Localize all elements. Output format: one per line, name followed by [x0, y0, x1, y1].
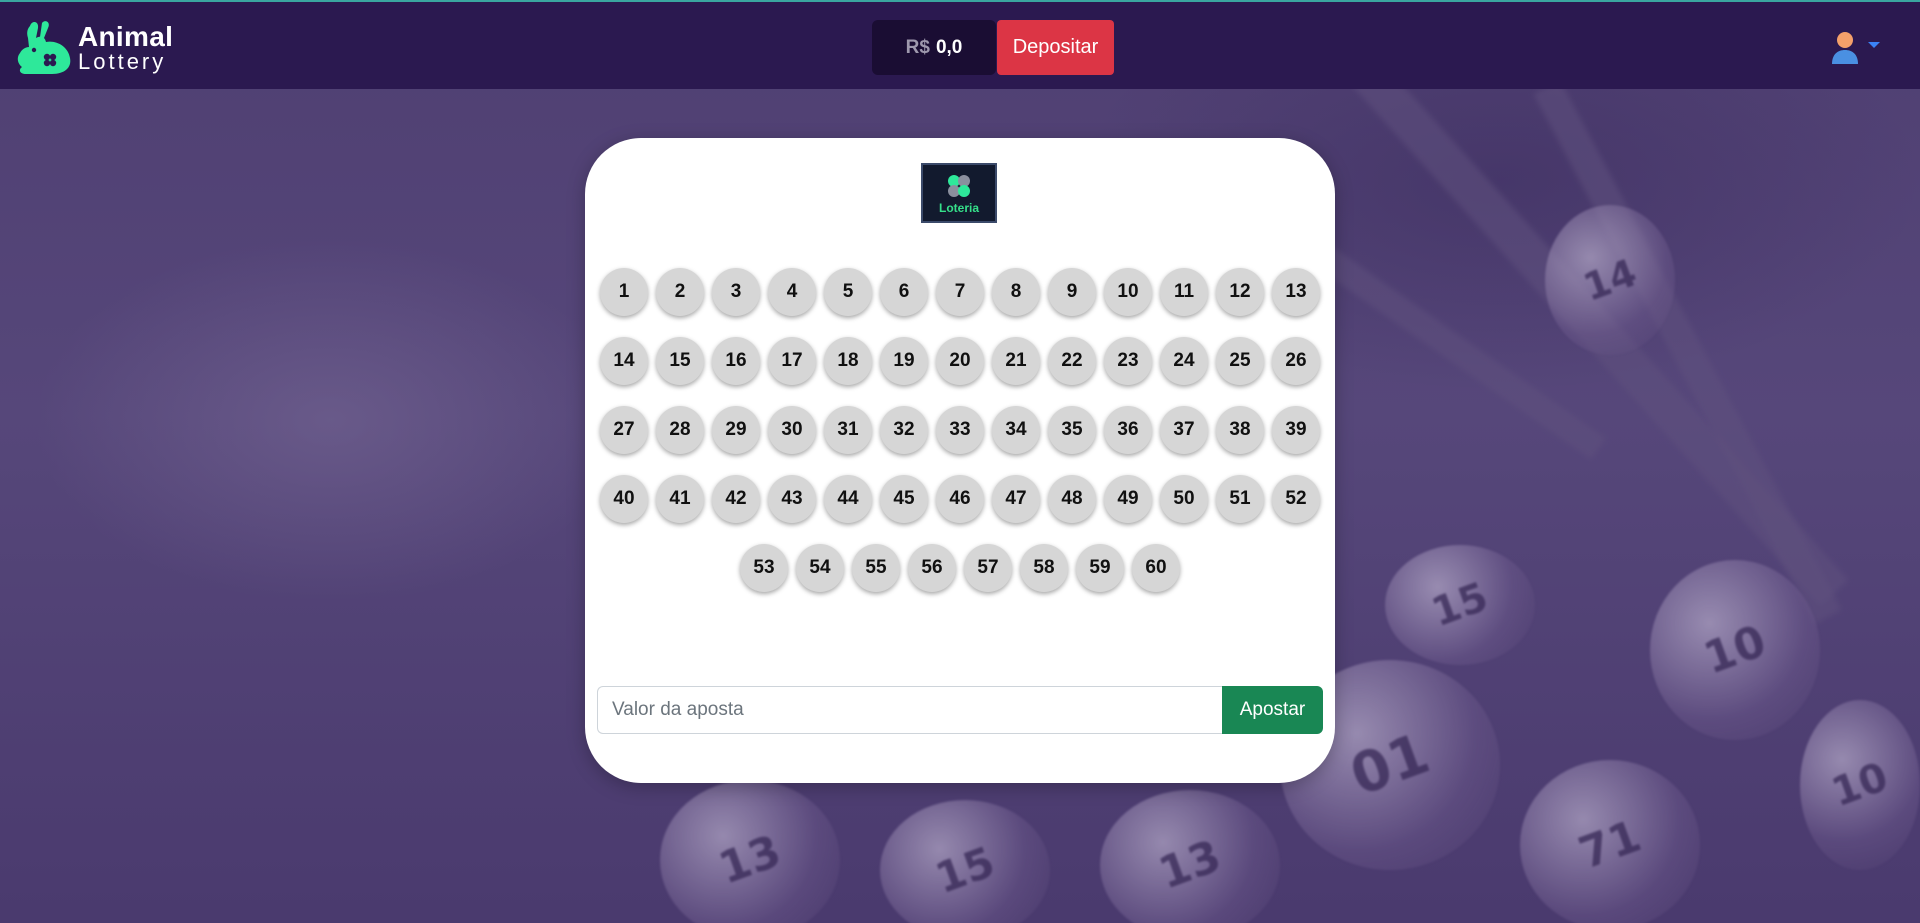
balance-currency: R$ [905, 36, 930, 58]
background-stripe [1533, 80, 1842, 624]
number-ball[interactable]: 4 [768, 268, 816, 316]
number-ball[interactable]: 22 [1048, 337, 1096, 385]
background-ball: 10 [1650, 560, 1820, 740]
number-ball[interactable]: 43 [768, 475, 816, 523]
number-ball[interactable]: 40 [600, 475, 648, 523]
number-ball[interactable]: 1 [600, 268, 648, 316]
balance-display: R$ 0,0 [872, 20, 996, 75]
number-ball[interactable]: 16 [712, 337, 760, 385]
number-ball[interactable]: 48 [1048, 475, 1096, 523]
number-ball[interactable]: 39 [1272, 406, 1320, 454]
number-ball[interactable]: 14 [600, 337, 648, 385]
number-ball[interactable]: 23 [1104, 337, 1152, 385]
number-ball[interactable]: 57 [964, 544, 1012, 592]
number-ball[interactable]: 29 [712, 406, 760, 454]
background-ball: 14 [1545, 205, 1675, 355]
number-ball[interactable]: 30 [768, 406, 816, 454]
loteria-logo-text: Loteria [938, 200, 979, 215]
place-bet-button[interactable]: Apostar [1222, 686, 1323, 734]
number-ball[interactable]: 12 [1216, 268, 1264, 316]
number-ball[interactable]: 49 [1104, 475, 1152, 523]
number-row: 40 41 42 43 44 45 46 47 48 49 50 51 52 [597, 475, 1323, 523]
lottery-card: Loteria 1 2 3 4 5 6 7 8 9 10 11 12 13 14 15 16 17 18 19 20 2… [585, 138, 1335, 783]
number-row: 27 28 29 30 31 32 33 34 35 36 37 38 39 [597, 406, 1323, 454]
number-ball[interactable]: 20 [936, 337, 984, 385]
top-navbar: Animal Lottery R$ 0,0 Depositar [0, 0, 1920, 89]
bet-form: Apostar [597, 686, 1323, 734]
number-ball[interactable]: 36 [1104, 406, 1152, 454]
rabbit-clover-icon [17, 21, 71, 74]
number-ball[interactable]: 5 [824, 268, 872, 316]
background-ball: 13 [1100, 790, 1280, 923]
number-ball[interactable]: 7 [936, 268, 984, 316]
number-row: 14 15 16 17 18 19 20 21 22 23 24 25 26 [597, 337, 1323, 385]
number-ball[interactable]: 9 [1048, 268, 1096, 316]
number-ball[interactable]: 13 [1272, 268, 1320, 316]
number-ball[interactable]: 46 [936, 475, 984, 523]
number-ball[interactable]: 28 [656, 406, 704, 454]
number-ball[interactable]: 41 [656, 475, 704, 523]
number-ball[interactable]: 11 [1160, 268, 1208, 316]
number-row: 53 54 55 56 57 58 59 60 [597, 544, 1323, 592]
number-ball[interactable]: 21 [992, 337, 1040, 385]
number-ball[interactable]: 25 [1216, 337, 1264, 385]
number-ball[interactable]: 6 [880, 268, 928, 316]
number-ball[interactable]: 54 [796, 544, 844, 592]
number-ball[interactable]: 33 [936, 406, 984, 454]
number-ball[interactable]: 35 [1048, 406, 1096, 454]
loteria-logo: Loteria [921, 163, 997, 223]
bet-amount-input[interactable] [597, 686, 1222, 734]
number-ball[interactable]: 45 [880, 475, 928, 523]
number-ball[interactable]: 2 [656, 268, 704, 316]
brand-name: Animal Lottery [78, 23, 173, 73]
number-ball[interactable]: 3 [712, 268, 760, 316]
number-ball[interactable]: 38 [1216, 406, 1264, 454]
number-ball[interactable]: 17 [768, 337, 816, 385]
number-selection-grid: 1 2 3 4 5 6 7 8 9 10 11 12 13 14 15 16 17 18 19 20 21 22 23 24 2… [597, 268, 1323, 613]
background-ball: 15 [880, 800, 1050, 923]
number-ball[interactable]: 50 [1160, 475, 1208, 523]
number-ball[interactable]: 59 [1076, 544, 1124, 592]
background-ball: 10 [1800, 700, 1920, 870]
number-ball[interactable]: 42 [712, 475, 760, 523]
number-ball[interactable]: 56 [908, 544, 956, 592]
background-ball: 71 [1520, 760, 1700, 923]
brand-logo[interactable]: Animal Lottery [12, 20, 173, 76]
number-ball[interactable]: 15 [656, 337, 704, 385]
user-menu-dropdown[interactable] [1830, 30, 1880, 66]
user-avatar-icon [1832, 32, 1858, 64]
number-ball[interactable]: 58 [1020, 544, 1068, 592]
number-ball[interactable]: 47 [992, 475, 1040, 523]
number-ball[interactable]: 44 [824, 475, 872, 523]
background-ball: 15 [1385, 545, 1535, 665]
brand-name-line1: Animal [78, 21, 174, 52]
number-ball[interactable]: 31 [824, 406, 872, 454]
number-ball[interactable]: 8 [992, 268, 1040, 316]
number-ball[interactable]: 37 [1160, 406, 1208, 454]
number-ball[interactable]: 60 [1132, 544, 1180, 592]
clover-icon [948, 174, 970, 197]
number-ball[interactable]: 52 [1272, 475, 1320, 523]
number-ball[interactable]: 53 [740, 544, 788, 592]
number-ball[interactable]: 24 [1160, 337, 1208, 385]
background-ball: 13 [660, 780, 840, 923]
number-row: 1 2 3 4 5 6 7 8 9 10 11 12 13 [597, 268, 1323, 316]
chevron-down-icon [1868, 42, 1880, 48]
number-ball[interactable]: 10 [1104, 268, 1152, 316]
number-ball[interactable]: 51 [1216, 475, 1264, 523]
number-ball[interactable]: 19 [880, 337, 928, 385]
deposit-button[interactable]: Depositar [997, 20, 1114, 75]
number-ball[interactable]: 34 [992, 406, 1040, 454]
number-ball[interactable]: 26 [1272, 337, 1320, 385]
number-ball[interactable]: 27 [600, 406, 648, 454]
brand-name-line2: Lottery [78, 49, 167, 74]
number-ball[interactable]: 55 [852, 544, 900, 592]
number-ball[interactable]: 18 [824, 337, 872, 385]
balance-amount: 0,0 [935, 36, 963, 58]
number-ball[interactable]: 32 [880, 406, 928, 454]
